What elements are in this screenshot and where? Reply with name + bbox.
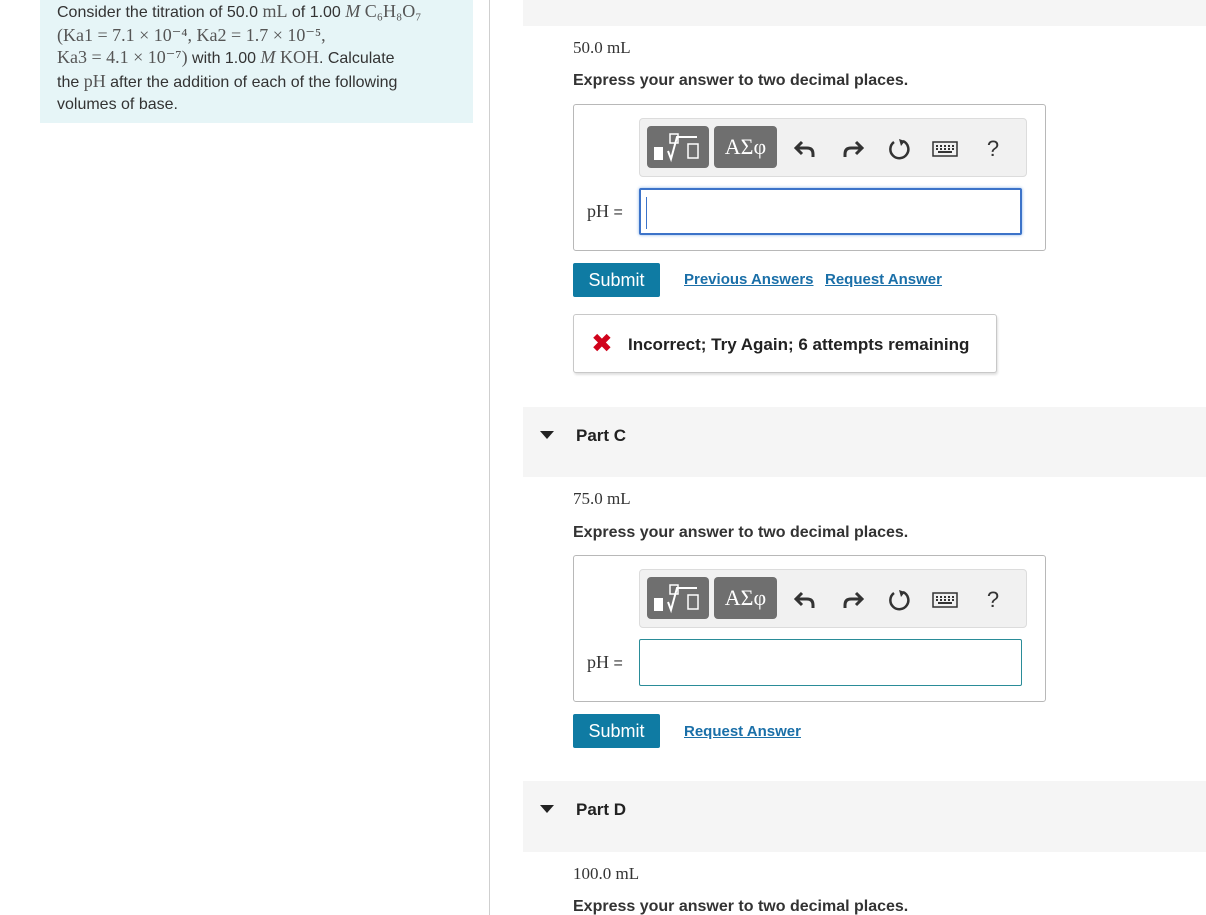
part-d-volume: 100.0 mL <box>573 864 640 883</box>
part-b-submit-button[interactable]: Submit <box>573 263 660 297</box>
collapse-caret-icon[interactable] <box>540 805 554 813</box>
keyboard-icon[interactable] <box>932 136 958 162</box>
greek-symbols-icon[interactable]: ΑΣφ <box>714 126 777 168</box>
part-c-header[interactable]: Part C <box>523 407 1206 477</box>
problem-line-2: (Ka1 = 7.1 × 10⁻⁴, Ka2 = 1.7 × 10⁻⁵, <box>57 25 326 45</box>
help-icon[interactable]: ? <box>980 136 1006 162</box>
part-c-submit-button[interactable]: Submit <box>573 714 660 748</box>
part-b-ph-label: pH = <box>587 201 623 221</box>
part-c-ph-input[interactable] <box>639 639 1022 686</box>
redo-icon[interactable] <box>840 136 866 162</box>
part-c-title: Part C <box>576 426 627 445</box>
column-divider <box>489 0 490 915</box>
help-icon[interactable]: ? <box>980 587 1006 613</box>
part-d-title: Part D <box>576 800 627 819</box>
part-b-instruction: Express your answer to two decimal place… <box>573 72 909 89</box>
part-c-ph-label: pH = <box>587 652 623 672</box>
part-b-answer-box: ΑΣφ ? pH = <box>573 104 1046 251</box>
collapse-caret-icon[interactable] <box>540 431 554 439</box>
reset-icon[interactable] <box>886 587 912 613</box>
problem-line-4: the pH after the addition of each of the… <box>57 71 398 91</box>
part-c-answer-box: ΑΣφ ? pH = <box>573 555 1046 702</box>
reset-icon[interactable] <box>886 136 912 162</box>
redo-icon[interactable] <box>840 587 866 613</box>
problem-statement: Consider the titration of 50.0 mL of 1.0… <box>40 0 473 123</box>
part-b-header-bar <box>523 0 1206 26</box>
keyboard-icon[interactable] <box>932 587 958 613</box>
problem-line-1: Consider the titration of 50.0 mL of 1.0… <box>57 1 422 21</box>
templates-icon[interactable] <box>647 126 709 168</box>
feedback-message: Incorrect; Try Again; 6 attempts remaini… <box>628 335 970 354</box>
part-d-instruction: Express your answer to two decimal place… <box>573 898 909 915</box>
part-c-instruction: Express your answer to two decimal place… <box>573 524 909 541</box>
part-b-volume: 50.0 mL <box>573 38 631 57</box>
undo-icon[interactable] <box>792 136 818 162</box>
part-c-volume: 75.0 mL <box>573 489 631 508</box>
part-b-request-answer-link[interactable]: Request Answer <box>825 271 942 288</box>
part-c-request-answer-link[interactable]: Request Answer <box>684 723 801 740</box>
part-c-math-toolbar: ΑΣφ ? <box>639 569 1027 628</box>
undo-icon[interactable] <box>792 587 818 613</box>
previous-answers-link[interactable]: Previous Answers <box>684 271 814 288</box>
part-b-ph-input[interactable] <box>639 188 1022 235</box>
text-caret <box>646 197 647 229</box>
incorrect-icon: ✖ <box>591 328 613 358</box>
problem-line-3: Ka3 = 4.1 × 10⁻⁷) with 1.00 M KOH. Calcu… <box>57 47 395 67</box>
greek-symbols-icon[interactable]: ΑΣφ <box>714 577 777 619</box>
problem-line-5: volumes of base. <box>57 96 178 113</box>
part-d-header[interactable]: Part D <box>523 781 1206 852</box>
templates-icon[interactable] <box>647 577 709 619</box>
part-b-feedback: ✖ Incorrect; Try Again; 6 attempts remai… <box>573 314 997 373</box>
part-b-math-toolbar: ΑΣφ ? <box>639 118 1027 177</box>
